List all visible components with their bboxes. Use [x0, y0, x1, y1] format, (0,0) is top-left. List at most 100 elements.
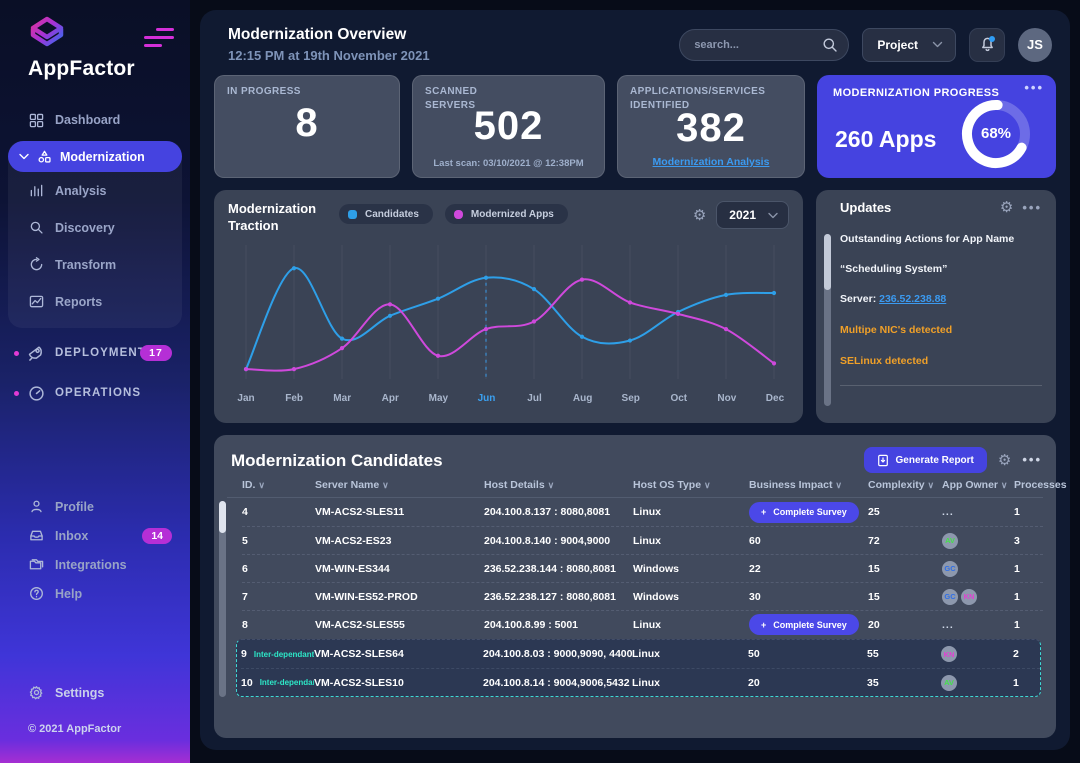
sidebar-item-transform[interactable]: Transform: [8, 246, 182, 283]
stat-card-scanned-servers: SCANNED SERVERS 502 Last scan: 03/10/202…: [412, 75, 605, 178]
sidebar-item-deployment[interactable]: DEPLOYMENT 17: [0, 338, 190, 368]
owner-avatar[interactable]: KN: [941, 646, 957, 662]
scrollbar[interactable]: [219, 501, 226, 697]
user-avatar[interactable]: JS: [1018, 28, 1052, 62]
status-dot: [14, 351, 19, 356]
month-label[interactable]: Jan: [237, 393, 254, 404]
column-header[interactable]: Business Impact ∨: [749, 479, 868, 491]
owner-avatar[interactable]: KN: [961, 589, 977, 605]
sidebar-item-modernization[interactable]: Modernization: [8, 141, 182, 172]
table-row[interactable]: 6VM-WIN-ES344236.52.238.144 : 8080,8081W…: [242, 554, 1043, 582]
scrollbar[interactable]: [824, 234, 831, 406]
stats-row: IN PROGRESS 8 SCANNED SERVERS 502 Last s…: [214, 75, 1056, 178]
grid-icon: [29, 113, 44, 128]
column-header[interactable]: Host Details ∨: [484, 479, 633, 491]
stat-value: 382: [630, 106, 792, 151]
app-owner-cell: ...: [942, 619, 1014, 631]
processes: 1: [1014, 563, 1043, 575]
sidebar-item-integrations[interactable]: Integrations: [0, 550, 190, 579]
legend-modernized-apps[interactable]: Modernized Apps: [444, 203, 569, 225]
gauge-icon: [28, 385, 45, 402]
report-icon: [29, 294, 44, 309]
owner-avatar[interactable]: AV: [942, 533, 958, 549]
complexity: 15: [868, 591, 942, 603]
month-label[interactable]: Jul: [527, 393, 541, 404]
notification-dot: [989, 36, 995, 42]
update-line: “Scheduling System”: [840, 263, 1042, 275]
month-label[interactable]: Nov: [717, 393, 736, 404]
month-label[interactable]: Jun: [478, 393, 496, 404]
more-options-icon[interactable]: •••: [1022, 205, 1042, 211]
owner-avatar[interactable]: GC: [942, 589, 958, 605]
complete-survey-button[interactable]: +Complete Survey: [749, 502, 859, 523]
month-label[interactable]: Aug: [573, 393, 592, 404]
row-id: 7: [242, 591, 248, 603]
business-impact: 50: [748, 648, 867, 660]
sidebar-item-analysis[interactable]: Analysis: [8, 172, 182, 209]
sidebar-item-reports[interactable]: Reports: [8, 283, 182, 320]
month-label[interactable]: Feb: [285, 393, 303, 404]
download-report-icon: [877, 454, 889, 467]
processes: 2: [1013, 648, 1040, 660]
month-label[interactable]: Apr: [382, 393, 399, 404]
table-row[interactable]: 10Inter-dependantVM-ACS2-SLES10204.100.8…: [241, 668, 1040, 696]
column-header[interactable]: Server Name ∨: [315, 479, 484, 491]
sidebar-item-profile[interactable]: Profile: [0, 492, 190, 521]
column-header[interactable]: ID. ∨: [242, 479, 315, 491]
year-dropdown[interactable]: 2021: [716, 201, 789, 229]
modernization-analysis-link[interactable]: Modernization Analysis: [618, 156, 804, 168]
sidebar-item-help[interactable]: Help: [0, 579, 190, 608]
business-impact: 60: [749, 535, 868, 547]
sidebar-item-inbox[interactable]: Inbox 14: [0, 521, 190, 550]
month-label[interactable]: Oct: [670, 393, 687, 404]
table-row[interactable]: 9Inter-dependantVM-ACS2-SLES64204.100.8.…: [241, 640, 1040, 668]
processes: 1: [1014, 506, 1043, 518]
server-name: VM-ACS2-SLES10: [314, 677, 483, 689]
month-label[interactable]: Sep: [622, 393, 640, 404]
host-details: 204.100.8.140 : 9004,9000: [484, 535, 633, 547]
host-details: 236.52.238.127 : 8080,8081: [484, 591, 633, 603]
table-row[interactable]: 8VM-ACS2-SLES55204.100.8.99 : 5001Linux+…: [242, 610, 1043, 638]
notifications-button[interactable]: [969, 28, 1005, 62]
modernization-group: Modernization Analysis Discovery Transfo…: [8, 141, 182, 328]
host-os: Linux: [632, 677, 748, 689]
table-row[interactable]: 4VM-ACS2-SLES11204.100.8.137 : 8080,8081…: [242, 498, 1043, 526]
sidebar-item-dashboard[interactable]: Dashboard: [0, 105, 190, 135]
month-label[interactable]: Dec: [766, 393, 784, 404]
gear-icon[interactable]: ⚙: [1000, 200, 1013, 215]
inbox-badge: 14: [142, 528, 172, 544]
series-line-1: [246, 279, 774, 370]
owner-avatar[interactable]: GC: [942, 561, 958, 577]
table-row[interactable]: 7VM-WIN-ES52-PROD236.52.238.127 : 8080,8…: [242, 582, 1043, 610]
complete-survey-button[interactable]: +Complete Survey: [749, 614, 859, 635]
chevron-down-icon: [19, 153, 29, 160]
owner-more[interactable]: ...: [942, 506, 954, 518]
column-header[interactable]: Complexity ∨: [868, 479, 942, 491]
search-icon[interactable]: [822, 37, 838, 53]
table-row[interactable]: 5VM-ACS2-ES23204.100.8.140 : 9004,9000Li…: [242, 526, 1043, 554]
app-owner-cell: AV: [942, 533, 1014, 549]
chart-title: ModernizationTraction: [228, 201, 324, 235]
owner-more[interactable]: ...: [942, 619, 954, 631]
menu-toggle-icon[interactable]: [144, 28, 174, 52]
sidebar-item-operations[interactable]: OPERATIONS: [0, 378, 190, 408]
host-details: 204.100.8.03 : 9000,9090, 4400: [483, 648, 632, 660]
month-label[interactable]: May: [429, 393, 448, 404]
gear-icon[interactable]: ⚙: [998, 453, 1011, 468]
more-options-icon[interactable]: •••: [1022, 457, 1042, 463]
month-label[interactable]: Mar: [333, 393, 351, 404]
column-header[interactable]: Host OS Type ∨: [633, 479, 749, 491]
owner-avatar[interactable]: AV: [941, 675, 957, 691]
host-os: Linux: [633, 619, 749, 631]
project-dropdown[interactable]: Project: [862, 28, 956, 62]
generate-report-button[interactable]: Generate Report: [864, 447, 987, 473]
legend-candidates[interactable]: Candidates: [338, 203, 434, 225]
column-header[interactable]: Processes: [1014, 479, 1067, 491]
table-body: 4VM-ACS2-SLES11204.100.8.137 : 8080,8081…: [227, 498, 1043, 697]
sidebar-item-discovery[interactable]: Discovery: [8, 209, 182, 246]
gear-icon[interactable]: ⚙: [693, 208, 706, 223]
more-options-icon[interactable]: •••: [1024, 85, 1044, 91]
column-header[interactable]: App Owner ∨: [942, 479, 1014, 491]
sidebar-item-settings[interactable]: Settings: [0, 678, 190, 707]
server-ip-link[interactable]: 236.52.238.88: [879, 293, 946, 305]
